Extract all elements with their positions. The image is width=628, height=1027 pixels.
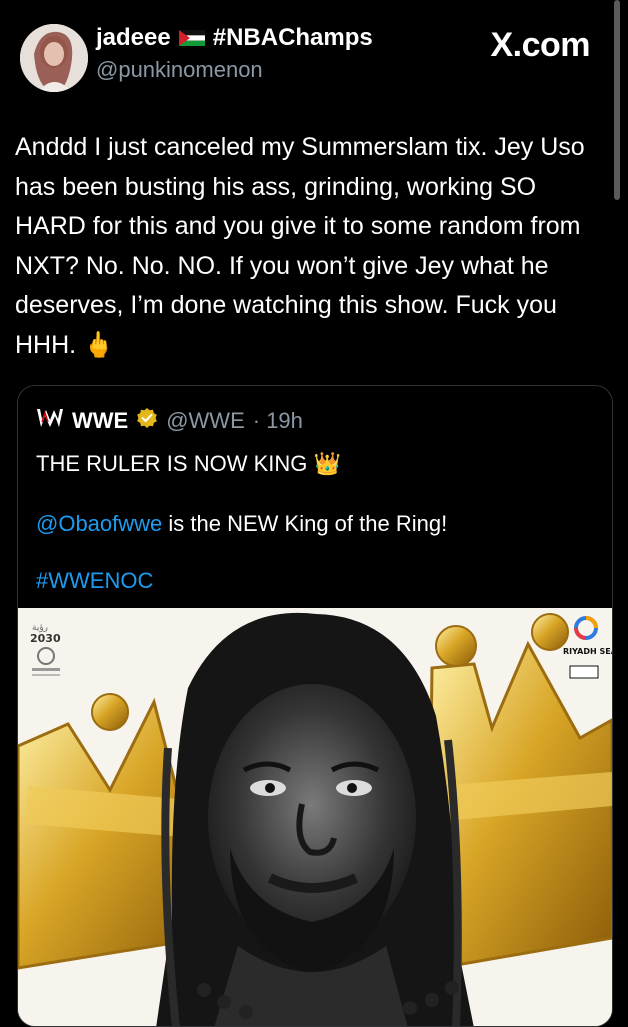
author-hashtag: #NBAChamps — [212, 24, 373, 51]
king-of-the-ring-artwork: رؤية 2030 RIYADH SEASON — [18, 608, 612, 1026]
quote-line-2: @Obaofwwe is the NEW King of the Ring! — [36, 511, 447, 537]
avatar[interactable] — [20, 24, 88, 92]
verified-badge-icon — [136, 407, 158, 435]
author-handle[interactable]: @punkinomenon — [96, 57, 263, 83]
svg-text:2030: 2030 — [30, 632, 61, 645]
tweet-text: Anddd I just canceled my Summerslam tix.… — [15, 133, 592, 359]
quoted-tweet[interactable]: WWE @WWE · 19h THE RULER IS NOW KING 👑 @… — [17, 385, 613, 1027]
tweet-header: jadeee #NBAChamps @punkinomenon X.com — [20, 18, 610, 92]
hashtag-link[interactable]: #WWENOC — [36, 568, 153, 594]
quote-line-1: THE RULER IS NOW KING 👑 — [36, 451, 341, 476]
mention-link[interactable]: @Obaofwwe — [36, 511, 162, 536]
scrollbar[interactable] — [614, 0, 620, 200]
svg-text:RIYADH SEASON: RIYADH SEASON — [563, 647, 612, 656]
quote-author-handle[interactable]: @WWE — [166, 408, 245, 434]
author-row: jadeee #NBAChamps — [96, 24, 373, 52]
quote-media-image[interactable]: رؤية 2030 RIYADH SEASON — [18, 608, 612, 1026]
quote-line-2-text: is the NEW King of the Ring! — [162, 511, 448, 536]
palestine-flag-icon — [178, 30, 205, 46]
wwe-logo-icon — [36, 406, 64, 436]
quote-time: · 19h — [252, 408, 303, 433]
author-name[interactable]: jadeee — [96, 24, 171, 52]
quote-author-name[interactable]: WWE — [72, 408, 128, 434]
quote-header: WWE @WWE · 19h — [36, 406, 303, 436]
x-com-label: X.com — [490, 26, 590, 64]
